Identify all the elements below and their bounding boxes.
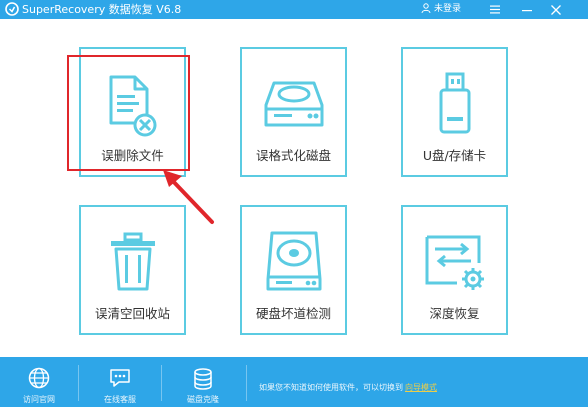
globe-icon xyxy=(28,367,50,389)
deep-recovery-icon xyxy=(425,235,484,290)
disk-clone-label: 磁盘克隆 xyxy=(187,395,219,404)
trash-icon xyxy=(110,232,155,291)
tile-deep-recovery[interactable]: 深度恢复 xyxy=(401,205,508,335)
disk-clone-button[interactable]: 磁盘克隆 xyxy=(168,357,238,407)
tile-label: 误格式化磁盘 xyxy=(255,148,331,163)
disk-icon xyxy=(264,81,323,127)
minimize-button[interactable] xyxy=(514,0,540,19)
online-support-button[interactable]: 在线客服 xyxy=(85,357,155,407)
tile-label: 深度恢复 xyxy=(429,306,480,321)
app-logo-icon xyxy=(5,2,19,16)
chat-icon xyxy=(110,369,130,387)
wizard-hint-text: 如果您不知道如何使用软件，可以切换到 xyxy=(259,383,403,392)
disk-scan-icon xyxy=(266,231,321,291)
wizard-hint: 如果您不知道如何使用软件，可以切换到 向导模式 xyxy=(259,383,437,393)
login-label: 未登录 xyxy=(434,4,462,14)
login-link[interactable]: 未登录 xyxy=(421,2,461,17)
user-icon xyxy=(421,3,431,14)
tile-label: 误清空回收站 xyxy=(94,306,170,321)
arrow-annotation xyxy=(163,170,214,224)
bottom-bar: 访问官网 在线客服 磁盘克隆 如果您不知道如何使用软件，可以切换到 向导模式 xyxy=(0,357,588,407)
app-title: SuperRecovery 数据恢复 V6.8 xyxy=(22,3,182,16)
official-site-button[interactable]: 访问官网 xyxy=(4,357,74,407)
menu-button[interactable] xyxy=(482,0,508,19)
tile-usb-card[interactable]: U盘/存储卡 xyxy=(401,47,508,177)
usb-drive-icon xyxy=(439,72,470,134)
wizard-mode-link[interactable]: 向导模式 xyxy=(405,383,437,392)
online-support-label: 在线客服 xyxy=(104,395,136,404)
deleted-file-icon xyxy=(109,75,156,137)
tile-deleted-files[interactable]: 误删除文件 xyxy=(79,47,186,177)
official-site-label: 访问官网 xyxy=(23,395,55,404)
database-icon xyxy=(194,368,212,390)
close-button[interactable] xyxy=(543,0,569,19)
divider xyxy=(78,365,79,401)
tile-bad-sector-check[interactable]: 硬盘坏道检测 xyxy=(240,205,347,335)
title-bar: SuperRecovery 数据恢复 V6.8 未登录 xyxy=(0,0,588,19)
minimize-icon xyxy=(522,9,532,11)
tile-label: 硬盘坏道检测 xyxy=(255,306,331,321)
tile-formatted-disk[interactable]: 误格式化磁盘 xyxy=(240,47,347,177)
tile-label: U盘/存储卡 xyxy=(422,148,487,163)
divider xyxy=(246,365,247,401)
divider xyxy=(161,365,162,401)
menu-icon xyxy=(490,5,500,14)
close-icon xyxy=(551,4,561,15)
